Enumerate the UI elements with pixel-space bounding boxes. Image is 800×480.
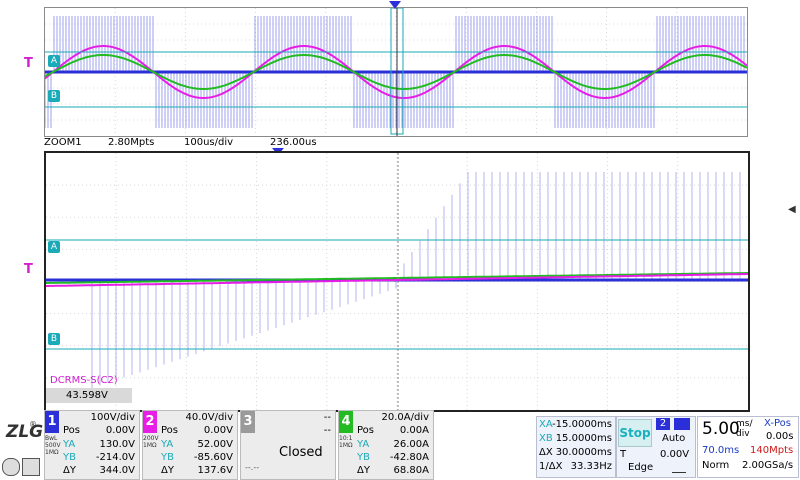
channel-4-pos: 0.00A [399, 425, 429, 436]
overview-cursor-b-marker[interactable]: B [48, 90, 60, 102]
brand-logo: ZLG [6, 422, 44, 442]
timebase-panel[interactable]: 5.00 ms/ div X-Pos 0.00s 70.0ms 140Mpts … [697, 416, 799, 478]
channel-3-pos: -- [323, 425, 331, 436]
channel-2-scale: 40.0V/div [185, 412, 233, 423]
timebase-value: 5.00 [702, 419, 740, 439]
channel-3-footer: --.-- [245, 463, 260, 472]
channel-2-panel[interactable]: 2 200V 1MΩ 40.0V/div Pos 0.00V YA 52.00V Y… [142, 410, 238, 480]
channel-4-number: 4 [339, 411, 353, 433]
overview-waveform[interactable] [44, 7, 748, 137]
x-position: 0.00s [766, 431, 794, 442]
channel-3-number: 3 [241, 411, 255, 433]
measurement-name: DCRMS-S(C2) [50, 375, 118, 386]
logo-area: ZLG ® [0, 410, 44, 480]
channel-4-yb: -42.80A [389, 452, 429, 463]
channel-1-yb: -214.0V [95, 452, 135, 463]
channel-4-panel[interactable]: 4 10:1 1MΩ 20.0A/div Pos 0.00A YA 26.00A Y… [338, 410, 434, 480]
channel-1-settings: BwL 500V 1MΩ [45, 435, 61, 456]
channel-1-panel[interactable]: 1 BwL 500V 1MΩ 100V/div Pos 0.00V YA 130.0… [44, 410, 140, 480]
measurement-value: 43.598V [46, 388, 132, 403]
overview-plot [45, 8, 747, 136]
cursor-xb: 15.0000ms [555, 433, 612, 444]
zoom-points: 2.80Mpts [108, 137, 155, 148]
run-stop-button[interactable]: Stop [618, 419, 652, 447]
zoom-info-bar: ZOOM1 2.80Mpts 100us/div 236.00us [44, 137, 464, 150]
trigger-slope-icon [674, 418, 690, 430]
channel-1-scale: 100V/div [90, 412, 135, 423]
channel-3-scale: -- [323, 412, 331, 423]
channel-2-pos: 0.00V [203, 425, 233, 436]
channel-1-ya: 130.0V [99, 439, 135, 450]
channel-4-dy: 68.80A [393, 465, 429, 476]
overview-trigger-position-icon[interactable] [389, 1, 401, 9]
zoom-offset: 236.00us [270, 137, 317, 148]
channel-4-scale: 20.0A/div [381, 412, 429, 423]
trigger-source[interactable]: 2 [656, 418, 670, 430]
edge-icon [672, 464, 686, 473]
channel-2-yb: -85.60V [193, 452, 233, 463]
channel-3-panel[interactable]: 3 -- -- Closed --.-- [240, 410, 336, 480]
cursor-xa: -15.0000ms [552, 419, 612, 430]
acq-window: 70.0ms [702, 445, 740, 456]
channel-2-dy: 137.6V [197, 465, 233, 476]
zoom-icon[interactable] [22, 458, 40, 476]
trigger-level: 0.00V [660, 449, 690, 460]
zoom-trigger-level-marker[interactable]: T [24, 262, 33, 277]
channel-1-pos: 0.00V [105, 425, 135, 436]
zoom-cursor-a-marker[interactable]: A [48, 241, 60, 253]
right-collapse-icon[interactable]: ◀ [788, 204, 796, 215]
zoom-timebase: 100us/div [184, 137, 234, 148]
sample-rate: 2.00GSa/s [742, 460, 794, 471]
channel-3-status: Closed [279, 445, 323, 460]
measurement-box[interactable]: DCRMS-S(C2) 43.598V [46, 374, 132, 404]
channel-2-number: 2 [143, 411, 157, 433]
channel-2-settings: 200V 1MΩ [143, 435, 159, 449]
search-icon[interactable] [2, 458, 20, 476]
memory-depth: 140Mpts [750, 445, 794, 456]
zoom-plot [46, 153, 748, 410]
trigger-mode[interactable]: Auto [662, 433, 685, 444]
zoom-cursor-b-marker[interactable]: B [48, 333, 60, 345]
zoom-name: ZOOM1 [44, 137, 82, 148]
acq-mode: Norm [702, 460, 730, 471]
overview-cursor-a-marker[interactable]: A [48, 55, 60, 67]
channel-1-number: 1 [45, 411, 59, 433]
channel-4-settings: 10:1 1MΩ [339, 435, 353, 449]
cursor-freq: 33.33Hz [570, 461, 612, 472]
channel-2-ya: 52.00V [197, 439, 233, 450]
channel-4-ya: 26.00A [393, 439, 429, 450]
cursor-readout-panel[interactable]: XA -15.0000ms XB 15.0000ms ΔX 30.0000ms 1/Δ… [536, 416, 616, 478]
trigger-type[interactable]: Edge [628, 462, 653, 473]
overview-trigger-level-marker[interactable]: T [24, 56, 33, 71]
zoom-waveform[interactable] [44, 151, 750, 412]
cursor-dx: 30.0000ms [555, 447, 612, 458]
channel-1-dy: 344.0V [99, 465, 135, 476]
